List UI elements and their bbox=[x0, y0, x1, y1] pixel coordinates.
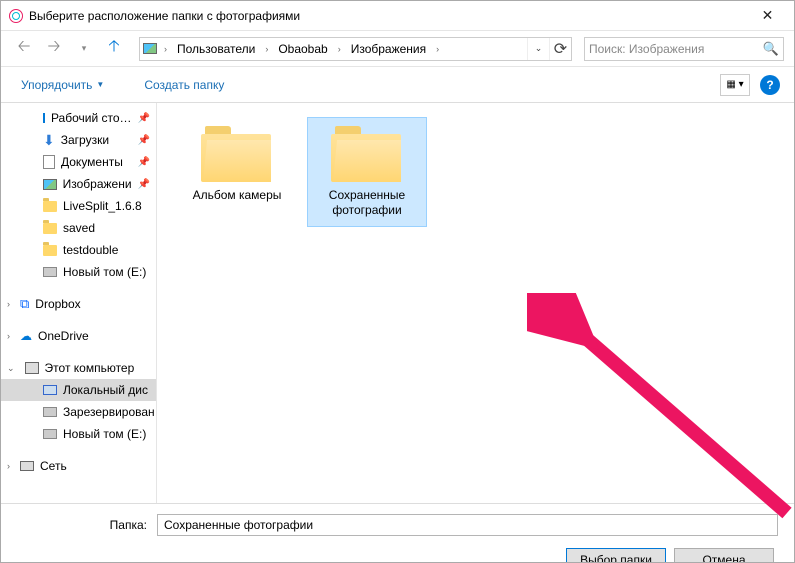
folder-icon bbox=[43, 245, 57, 256]
cloud-icon: ☁ bbox=[20, 329, 32, 343]
caret-down-icon: ▼ bbox=[96, 80, 104, 89]
breadcrumb-sep-icon: › bbox=[160, 44, 171, 54]
sidebar-item-label: Dropbox bbox=[35, 297, 80, 311]
sidebar-item-downloads[interactable]: ⬇ Загрузки 📌 bbox=[1, 129, 156, 151]
folder-item[interactable]: Альбом камеры bbox=[177, 117, 297, 227]
nav-back-button[interactable]: 🡠 bbox=[11, 37, 37, 61]
sidebar-item-label: Изображени bbox=[63, 177, 132, 191]
navbar: 🡠 🡢 ▾ 🡡 › Пользователи › Obaobab › Изобр… bbox=[1, 31, 794, 67]
sidebar-item-folder[interactable]: saved bbox=[1, 217, 156, 239]
drive-icon bbox=[43, 407, 57, 417]
breadcrumb-sep-icon: › bbox=[432, 44, 443, 54]
download-icon: ⬇ bbox=[43, 132, 55, 149]
sidebar-item-onedrive[interactable]: › ☁ OneDrive bbox=[1, 325, 156, 347]
organize-button[interactable]: Упорядочить ▼ bbox=[15, 74, 110, 96]
sidebar-item-label: Зарезервирован bbox=[63, 405, 155, 419]
dialog-footer: Папка: Выбор папки Отмена bbox=[1, 503, 794, 563]
drive-icon bbox=[43, 429, 57, 439]
folder-item-selected[interactable]: Сохраненные фотографии bbox=[307, 117, 427, 227]
breadcrumb-item[interactable]: Obaobab bbox=[272, 38, 333, 60]
sidebar-item-folder[interactable]: LiveSplit_1.6.8 bbox=[1, 195, 156, 217]
breadcrumb[interactable]: › Пользователи › Obaobab › Изображения ›… bbox=[139, 37, 572, 61]
sidebar-item-thispc[interactable]: ⌄ Этот компьютер bbox=[1, 357, 156, 379]
select-folder-button[interactable]: Выбор папки bbox=[566, 548, 666, 563]
sidebar-item-label: LiveSplit_1.6.8 bbox=[63, 199, 142, 213]
sidebar-item-drive[interactable]: Новый том (E:) bbox=[1, 261, 156, 283]
desktop-icon bbox=[43, 113, 45, 123]
document-icon bbox=[43, 155, 55, 169]
search-input[interactable] bbox=[589, 42, 763, 56]
sidebar-item-label: Новый том (E:) bbox=[63, 427, 146, 441]
sidebar-item-label: saved bbox=[63, 221, 95, 235]
dialog-body: Рабочий сто… 📌 ⬇ Загрузки 📌 Документы 📌 Изоб… bbox=[1, 103, 794, 503]
breadcrumb-item[interactable]: Пользователи bbox=[171, 38, 261, 60]
cancel-button[interactable]: Отмена bbox=[674, 548, 774, 563]
sidebar-item-label: Этот компьютер bbox=[45, 361, 135, 375]
sidebar-item-label: Загрузки bbox=[61, 133, 109, 147]
nav-recent-caret[interactable]: ▾ bbox=[71, 37, 97, 61]
sidebar-item-desktop[interactable]: Рабочий сто… 📌 bbox=[1, 107, 156, 129]
folder-field-label: Папка: bbox=[17, 518, 147, 532]
sidebar-item-dropbox[interactable]: › ⧉ Dropbox bbox=[1, 293, 156, 315]
folder-icon bbox=[201, 126, 273, 182]
computer-icon bbox=[25, 362, 39, 374]
new-folder-button[interactable]: Создать папку bbox=[138, 74, 230, 96]
breadcrumb-sep-icon: › bbox=[334, 44, 345, 54]
pin-icon: 📌 bbox=[138, 135, 150, 146]
breadcrumb-dropdown[interactable]: ⌄ bbox=[527, 38, 549, 60]
sidebar-item-label: Рабочий сто… bbox=[51, 111, 132, 125]
view-options-button[interactable]: ▦ ▾ bbox=[720, 74, 750, 96]
nav-up-button[interactable]: 🡡 bbox=[101, 37, 127, 61]
sidebar-item-folder[interactable]: testdouble bbox=[1, 239, 156, 261]
breadcrumb-sep-icon: › bbox=[261, 44, 272, 54]
help-button[interactable]: ? bbox=[760, 75, 780, 95]
pin-icon: 📌 bbox=[138, 179, 150, 190]
image-icon bbox=[43, 179, 57, 190]
chevron-down-icon: ⌄ bbox=[7, 363, 15, 374]
chevron-right-icon: › bbox=[7, 299, 10, 309]
dialog-window: Выберите расположение папки с фотография… bbox=[0, 0, 795, 563]
sidebar-item-documents[interactable]: Документы 📌 bbox=[1, 151, 156, 173]
sidebar-item-pictures[interactable]: Изображени 📌 bbox=[1, 173, 156, 195]
sidebar-item-label: Документы bbox=[61, 155, 123, 169]
folder-name-input[interactable] bbox=[157, 514, 778, 536]
sidebar-item-label: OneDrive bbox=[38, 329, 89, 343]
folder-label: Альбом камеры bbox=[182, 188, 292, 203]
drive-icon bbox=[43, 385, 57, 395]
app-icon bbox=[9, 9, 23, 23]
sidebar-item-label: Новый том (E:) bbox=[63, 265, 146, 279]
folder-icon bbox=[43, 201, 57, 212]
window-title: Выберите расположение папки с фотография… bbox=[29, 9, 745, 23]
sidebar-item-label: Сеть bbox=[40, 459, 67, 473]
sidebar-item-label: Локальный дис bbox=[63, 383, 148, 397]
toolbar: Упорядочить ▼ Создать папку ▦ ▾ ? bbox=[1, 67, 794, 103]
sidebar-item-reserved[interactable]: Зарезервирован bbox=[1, 401, 156, 423]
dropbox-icon: ⧉ bbox=[20, 296, 29, 312]
drive-icon bbox=[43, 267, 57, 277]
organize-label: Упорядочить bbox=[21, 78, 92, 92]
close-button[interactable]: ✕ bbox=[745, 2, 790, 30]
breadcrumb-item[interactable]: Изображения bbox=[345, 38, 432, 60]
chevron-right-icon: › bbox=[7, 461, 10, 471]
folder-icon bbox=[331, 126, 403, 182]
pin-icon: 📌 bbox=[138, 157, 150, 168]
pin-icon: 📌 bbox=[138, 113, 150, 124]
folder-label: Сохраненные фотографии bbox=[312, 188, 422, 218]
titlebar: Выберите расположение папки с фотография… bbox=[1, 1, 794, 31]
sidebar-item-network[interactable]: › Сеть bbox=[1, 455, 156, 477]
sidebar-item-localdisk[interactable]: Локальный дис bbox=[1, 379, 156, 401]
nav-forward-button[interactable]: 🡢 bbox=[41, 37, 67, 61]
folder-icon bbox=[43, 223, 57, 234]
sidebar: Рабочий сто… 📌 ⬇ Загрузки 📌 Документы 📌 Изоб… bbox=[1, 103, 157, 503]
annotation-arrow bbox=[527, 293, 795, 533]
breadcrumb-icon bbox=[140, 43, 160, 54]
sidebar-item-newvol[interactable]: Новый том (E:) bbox=[1, 423, 156, 445]
sidebar-item-label: testdouble bbox=[63, 243, 118, 257]
content-pane[interactable]: Альбом камеры Сохраненные фотографии bbox=[157, 103, 794, 503]
network-icon bbox=[20, 461, 34, 471]
search-box[interactable]: 🔍 bbox=[584, 37, 784, 61]
chevron-right-icon: › bbox=[7, 331, 10, 341]
refresh-button[interactable]: ⟳ bbox=[549, 38, 571, 60]
search-icon[interactable]: 🔍 bbox=[763, 41, 779, 57]
